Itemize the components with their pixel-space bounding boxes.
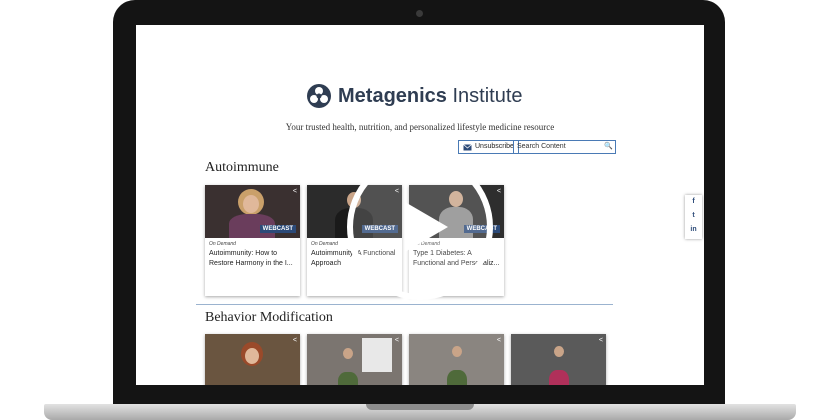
facebook-icon[interactable]: f (685, 198, 702, 209)
logo-mark-icon (307, 84, 331, 108)
play-icon[interactable] (345, 152, 495, 302)
share-icon[interactable]: < (293, 188, 297, 195)
video-thumbnail[interactable]: < (205, 334, 300, 385)
video-title[interactable]: Autoimmunity: How to Restore Harmony in … (209, 249, 297, 269)
share-icon[interactable]: < (599, 337, 603, 344)
tagline: Your trusted health, nutrition, and pers… (285, 122, 555, 132)
linkedin-icon[interactable]: in (685, 226, 702, 237)
video-card[interactable]: < WEBCAST On Demand Autoimmunity: How to… (205, 185, 300, 296)
search-input[interactable]: Search Content 🔍 (513, 140, 616, 154)
email-icon (463, 143, 472, 150)
brand-logo[interactable]: Metagenics Institute (306, 83, 523, 109)
search-placeholder: Search Content (517, 143, 566, 150)
video-card[interactable]: < (409, 334, 504, 385)
webcast-badge: WEBCAST (259, 225, 296, 233)
video-thumbnail[interactable]: < WEBCAST (205, 185, 300, 238)
search-icon[interactable]: 🔍 (604, 141, 613, 153)
brand-name: Metagenics Institute (338, 84, 523, 107)
share-icon[interactable]: < (395, 337, 399, 344)
twitter-icon[interactable]: t (685, 212, 702, 223)
video-card[interactable]: < (511, 334, 606, 385)
social-share-bar: f t in (685, 195, 702, 239)
video-card[interactable]: < (205, 334, 300, 385)
section-title-behavior-modification: Behavior Modification (205, 310, 333, 325)
laptop-notch (366, 404, 474, 410)
on-demand-label: On Demand (209, 241, 236, 247)
section-title-autoimmune: Autoimmune (205, 160, 279, 175)
on-demand-label: On Demand (311, 241, 338, 247)
video-thumbnail[interactable]: < (307, 334, 402, 385)
video-thumbnail[interactable]: < (409, 334, 504, 385)
share-icon[interactable]: < (293, 337, 297, 344)
video-thumbnail[interactable]: < (511, 334, 606, 385)
webcam (416, 10, 423, 17)
share-icon[interactable]: < (497, 188, 501, 195)
section-divider (196, 304, 613, 305)
share-icon[interactable]: < (497, 337, 501, 344)
video-card[interactable]: < (307, 334, 402, 385)
